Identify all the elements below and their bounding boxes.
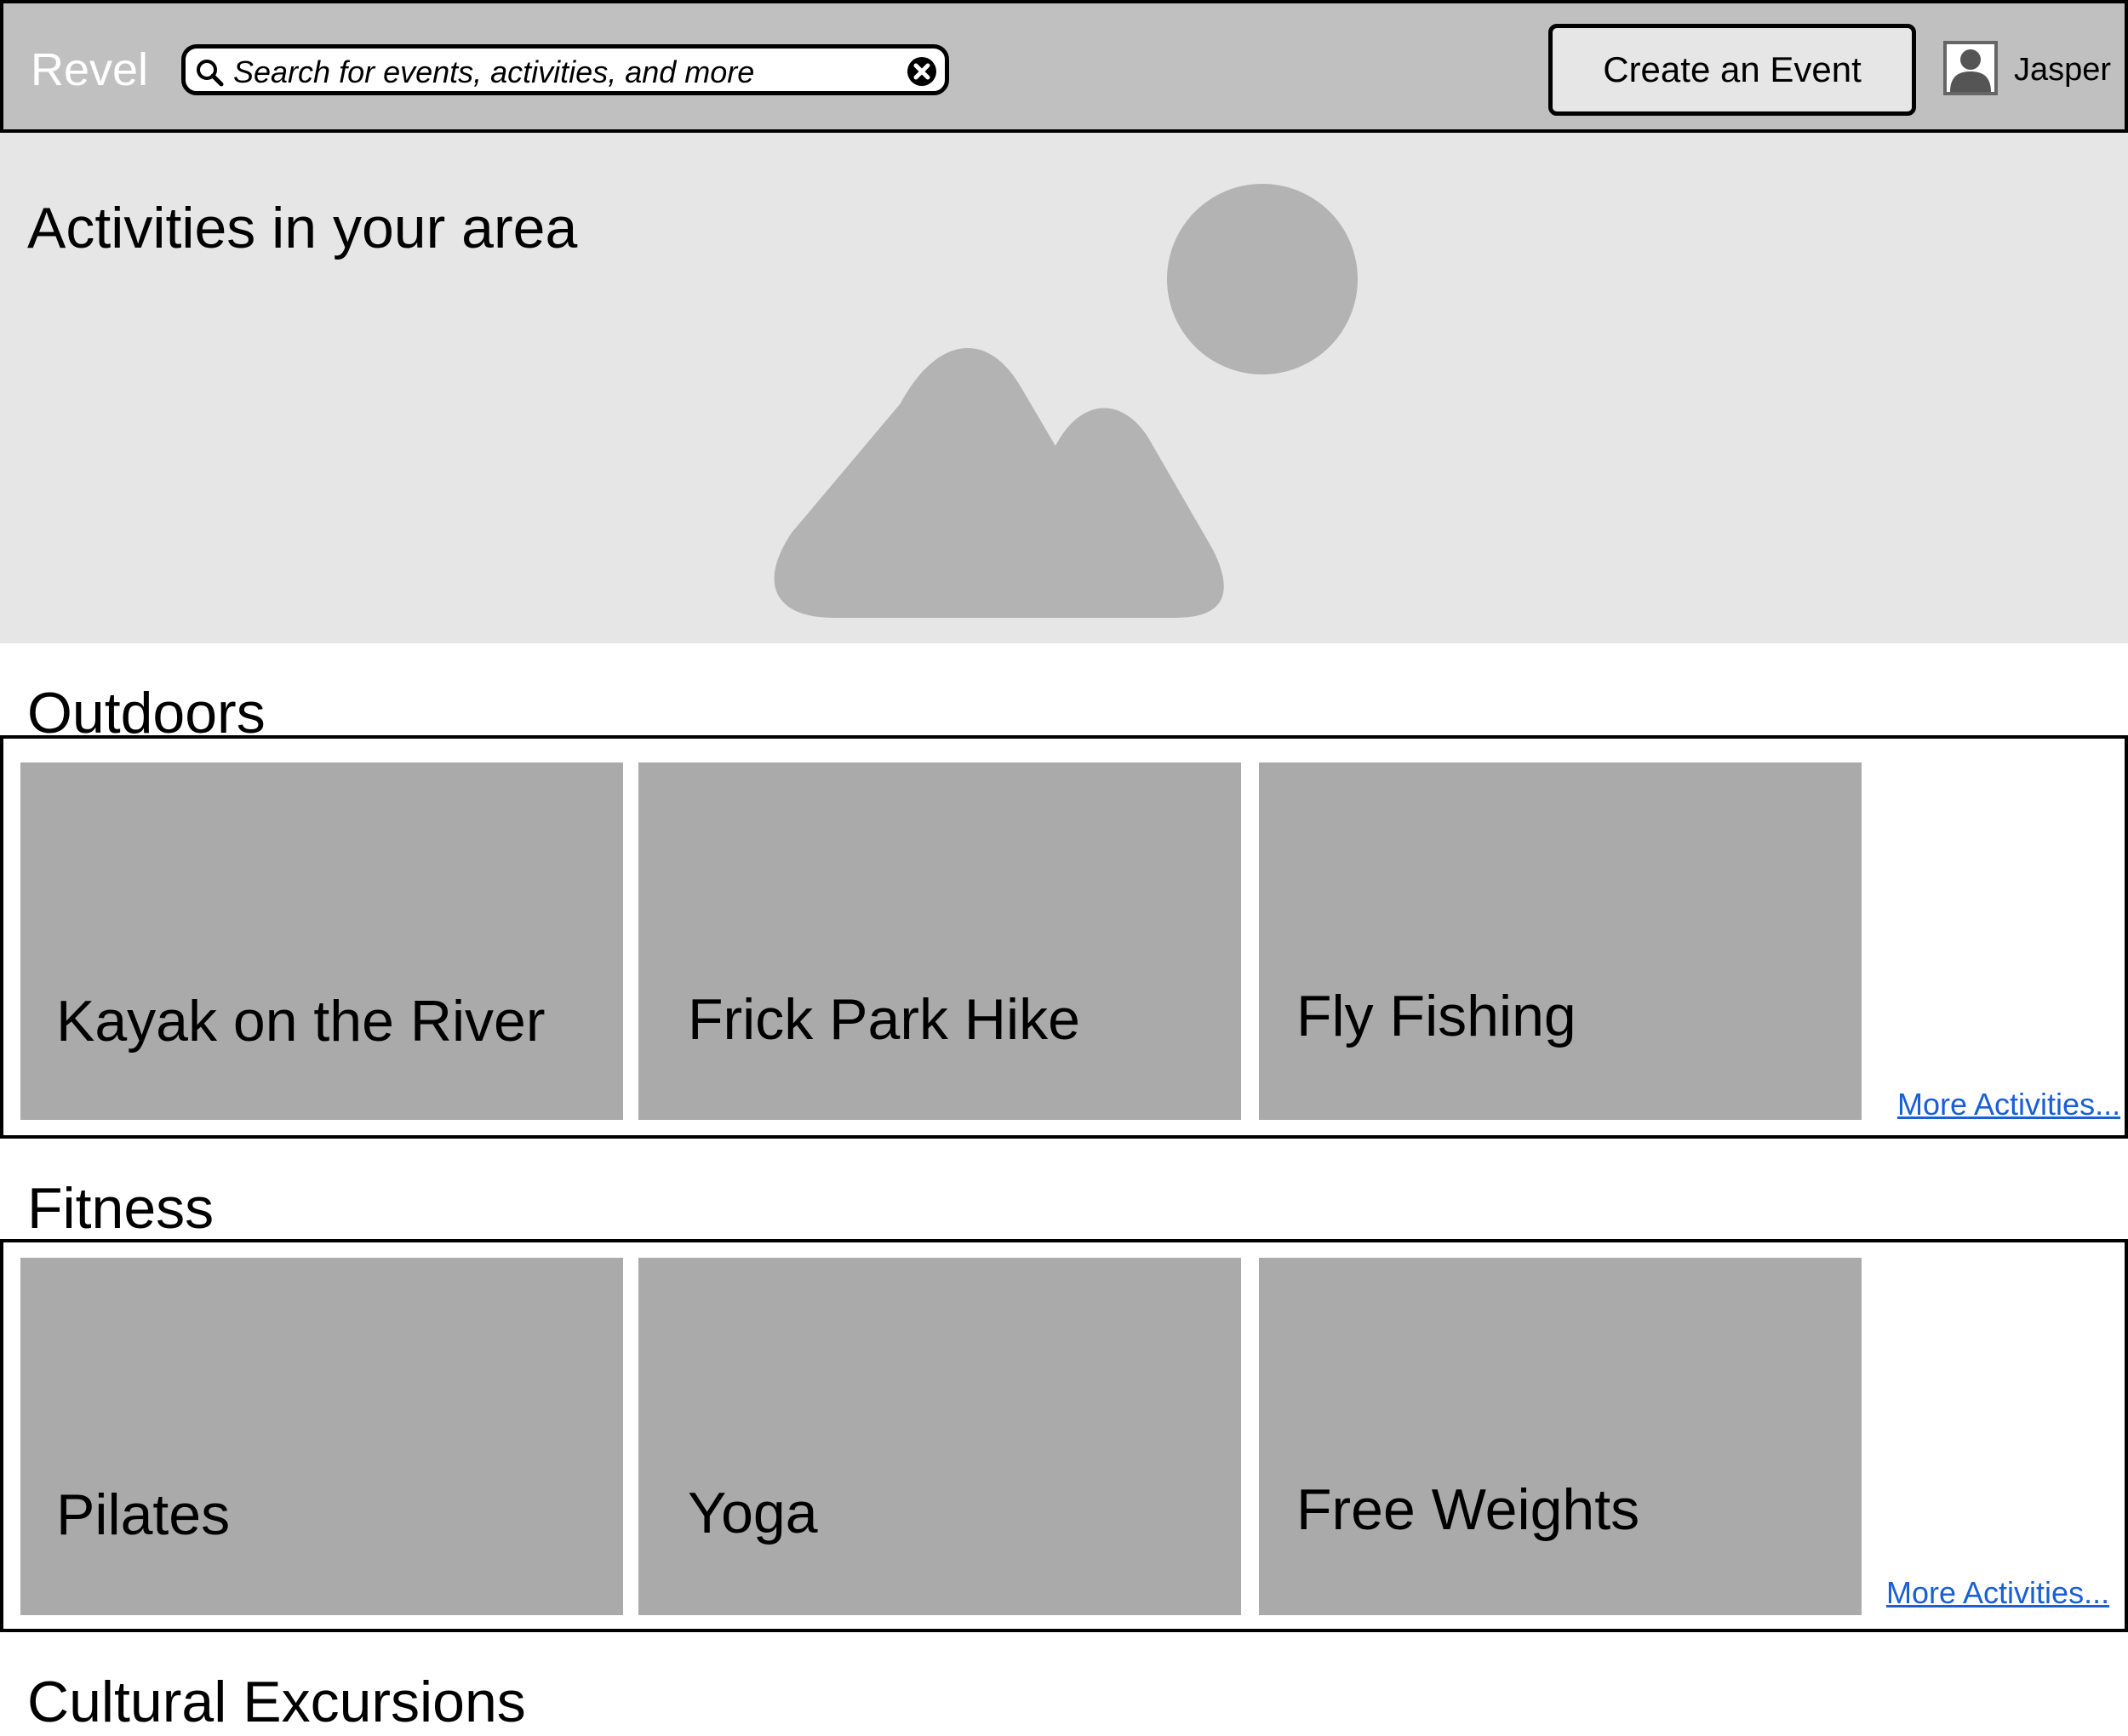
top-bar: Revel Search for events, activities, and… — [0, 0, 2128, 133]
card-label: Fly Fishing — [1296, 984, 1576, 1048]
activity-card-frick-park-hike[interactable]: Frick Park Hike — [638, 762, 1241, 1120]
hero-banner: Activities in your area — [0, 133, 2128, 643]
more-activities-link-outdoors[interactable]: More Activities... — [1897, 1088, 2120, 1122]
activity-card-yoga[interactable]: Yoga — [638, 1258, 1241, 1615]
user-name[interactable]: Jasper — [2014, 51, 2111, 89]
user-avatar-icon[interactable] — [1943, 41, 1998, 95]
category-row-fitness: Pilates Yoga Free Weights More Activitie… — [0, 1239, 2128, 1632]
brand-logo[interactable]: Revel — [31, 43, 148, 97]
section-title-cultural-excursions: Cultural Excursions — [27, 1670, 526, 1734]
card-label: Free Weights — [1296, 1477, 1640, 1542]
card-label: Frick Park Hike — [688, 987, 1080, 1052]
category-row-outdoors: Kayak on the River Frick Park Hike Fly F… — [0, 735, 2128, 1139]
section-title-fitness: Fitness — [27, 1176, 215, 1241]
activity-card-free-weights[interactable]: Free Weights — [1259, 1258, 1862, 1615]
card-label: Pilates — [56, 1482, 231, 1547]
activity-card-kayak[interactable]: Kayak on the River — [20, 762, 623, 1120]
search-bar[interactable]: Search for events, activities, and more — [181, 44, 949, 95]
hero-title: Activities in your area — [27, 196, 578, 260]
card-label: Yoga — [688, 1481, 818, 1545]
search-input[interactable]: Search for events, activities, and more — [233, 55, 754, 89]
activity-card-fly-fishing[interactable]: Fly Fishing — [1259, 762, 1862, 1120]
more-activities-link-fitness[interactable]: More Activities... — [1886, 1576, 2109, 1610]
activity-card-pilates[interactable]: Pilates — [20, 1258, 623, 1615]
card-label: Kayak on the River — [56, 989, 546, 1054]
create-event-button[interactable]: Create an Event — [1548, 24, 1916, 116]
clear-search-icon[interactable] — [906, 55, 938, 88]
search-icon — [197, 60, 224, 87]
image-placeholder-icon — [774, 184, 1358, 618]
